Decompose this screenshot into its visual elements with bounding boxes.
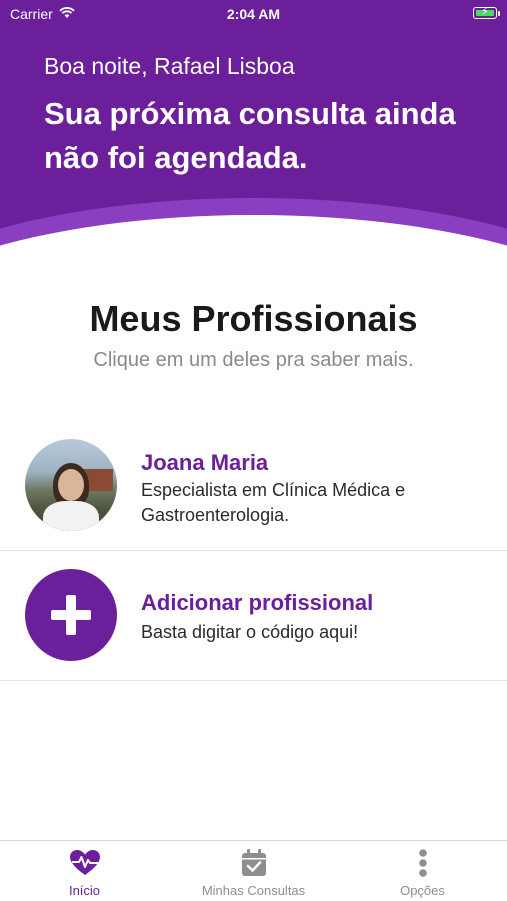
- professional-name: Joana Maria: [141, 450, 269, 475]
- tab-inicio[interactable]: Início: [0, 841, 169, 901]
- status-bar: Carrier 2:04 AM ⚡: [0, 0, 507, 28]
- tab-label: Início: [68, 883, 101, 898]
- add-professional-description: Basta digitar o código aqui!: [141, 622, 359, 642]
- header-banner: Carrier 2:04 AM ⚡ Boa noite, Rafael Lisb…: [0, 0, 507, 250]
- greeting-text: Boa noite, Rafael Lisboa: [44, 53, 295, 79]
- professional-specialty: Especialista em Clínica Médica e Gastroe…: [141, 480, 406, 525]
- professional-row[interactable]: Joana Maria Especialista em Clínica Médi…: [0, 422, 507, 551]
- heart-pulse-icon: [0, 849, 169, 877]
- tab-minhas-consultas[interactable]: Minhas Consultas: [169, 841, 338, 901]
- section-title: Meus Profissionais: [89, 298, 418, 339]
- vertical-dots-icon: [338, 849, 507, 877]
- add-icon: [25, 569, 117, 661]
- tab-label: Opções: [400, 883, 445, 898]
- tab-opcoes[interactable]: Opções: [338, 841, 507, 901]
- add-professional-row[interactable]: Adicionar profissional Basta digitar o c…: [0, 552, 507, 681]
- add-professional-title: Adicionar profissional: [141, 590, 374, 615]
- status-time: 2:04 AM: [226, 6, 281, 22]
- tab-bar: Início Minhas Consultas Opções: [0, 840, 507, 901]
- tab-label: Minhas Consultas: [201, 883, 306, 898]
- calendar-check-icon: [169, 849, 338, 877]
- battery-icon: ⚡: [473, 6, 500, 19]
- avatar: [25, 439, 117, 531]
- next-appointment-headline: Sua próxima consulta ainda não foi agend…: [44, 96, 456, 175]
- section-subtitle: Clique em um deles pra saber mais.: [93, 349, 414, 371]
